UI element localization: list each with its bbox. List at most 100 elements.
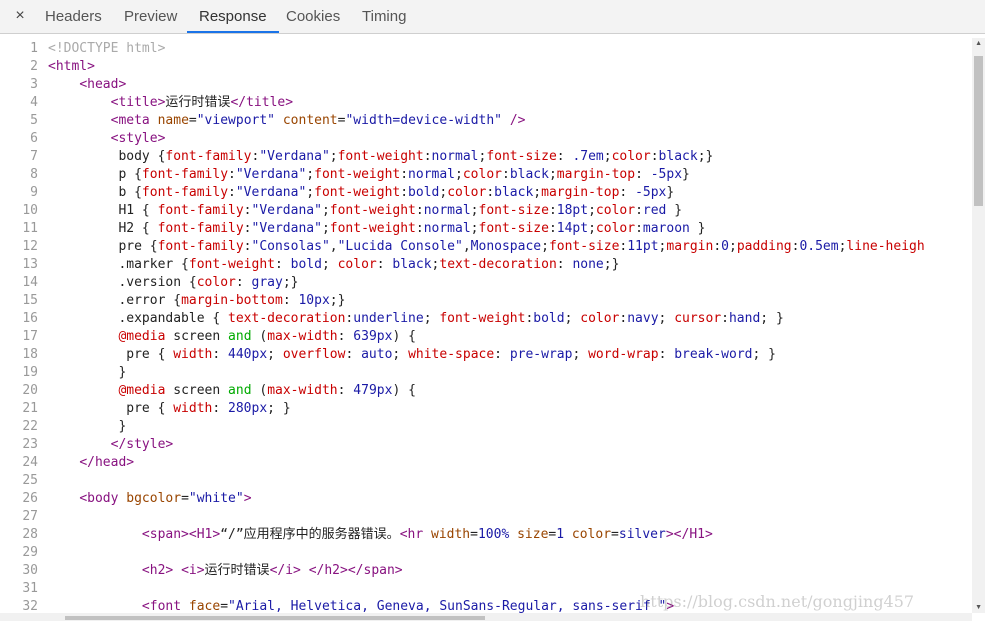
- code-token: navy: [627, 311, 659, 326]
- code-token: :: [494, 347, 510, 362]
- line-number: 18: [22, 347, 38, 362]
- code-line: 26 <body bgcolor="white">: [0, 490, 252, 508]
- code-token: red: [642, 203, 667, 218]
- code-token: :: [228, 167, 236, 182]
- code-token: ;: [588, 203, 596, 218]
- response-source-viewer[interactable]: 1 <!DOCTYPE html> 2 <html> 3 <head> 4 <title>…: [0, 38, 972, 613]
- code-token: :: [212, 347, 229, 362]
- code-token: <hr: [399, 527, 431, 542]
- code-token: bold: [290, 257, 322, 272]
- code-token: size: [517, 527, 549, 542]
- line-number: 2: [30, 59, 38, 74]
- code-token: "Verdana": [235, 185, 307, 200]
- code-token: ;: [470, 221, 479, 236]
- code-token: :: [243, 203, 252, 218]
- horizontal-scroll-thumb[interactable]: [65, 616, 485, 620]
- line-number: 15: [22, 293, 38, 308]
- code-token: =: [181, 491, 189, 506]
- code-token: screen: [165, 383, 229, 398]
- code-token: name: [157, 113, 189, 128]
- code-line: 22 }: [0, 418, 126, 436]
- code-token: "viewport": [196, 113, 276, 128]
- code-token: color: [462, 167, 502, 182]
- code-line: 18 pre { width: 440px; overflow: auto; w…: [0, 346, 776, 364]
- code-token: ;: [572, 347, 589, 362]
- tab-timing[interactable]: Timing: [362, 0, 406, 33]
- code-token: <font: [141, 599, 189, 613]
- close-icon[interactable]: ×: [10, 5, 30, 27]
- code-token: font-weight: [314, 167, 401, 182]
- scroll-up-icon[interactable]: ▲: [975, 40, 982, 47]
- line-number: 31: [22, 581, 38, 596]
- code-token: @media: [118, 329, 166, 344]
- code-token: cursor: [674, 311, 722, 326]
- code-token: font-weight: [439, 311, 526, 326]
- code-token: font-weight: [188, 257, 275, 272]
- code-token: 440px: [228, 347, 268, 362]
- code-line: 14 .version {color: gray;}: [0, 274, 298, 292]
- code-token: :: [556, 257, 573, 272]
- code-token: ;: [658, 311, 675, 326]
- line-number: 6: [30, 131, 38, 146]
- code-token: silver: [618, 527, 666, 542]
- code-token: :: [212, 401, 229, 416]
- code-line: 29: [0, 544, 48, 562]
- code-token: ,: [462, 239, 471, 254]
- code-token: normal: [431, 149, 479, 164]
- code-token: :: [337, 329, 354, 344]
- code-token: ;: [392, 347, 409, 362]
- code-token: .marker {: [48, 257, 189, 272]
- vertical-scroll-thumb[interactable]: [974, 56, 983, 206]
- code-token: :: [376, 257, 393, 272]
- code-line: 2 <html>: [0, 58, 95, 76]
- code-token: :: [400, 185, 409, 200]
- line-number: 24: [22, 455, 38, 470]
- code-token: >: [243, 491, 252, 506]
- code-token: none: [572, 257, 604, 272]
- tab-preview[interactable]: Preview: [124, 0, 177, 33]
- code-token: line-heigh: [846, 239, 925, 254]
- code-token: 14pt: [556, 221, 589, 236]
- code-token: 10px: [298, 293, 330, 308]
- code-token: ; }: [267, 401, 291, 416]
- code-token: ;: [603, 149, 612, 164]
- code-token: hand: [728, 311, 761, 326]
- line-number: 1: [30, 41, 38, 56]
- code-token: font-size: [548, 239, 620, 254]
- code-token: black: [509, 167, 549, 182]
- code-token: b {: [48, 185, 142, 200]
- code-line: 16 .expandable { text-decoration: underli…: [0, 310, 783, 328]
- code-token: pre {: [48, 347, 174, 362]
- line-number: 11: [22, 221, 38, 236]
- code-token: ;: [306, 167, 315, 182]
- code-line: 5 <meta name="viewport" content="width=d…: [0, 112, 525, 130]
- code-token: margin-top: [541, 185, 620, 200]
- code-token: margin: [666, 239, 714, 254]
- code-token: <title>: [110, 95, 166, 110]
- code-token: H1 {: [48, 203, 158, 218]
- code-line: 9 b {font-family:"Verdana";font-weight:b…: [0, 184, 674, 202]
- code-token: ;: [588, 221, 596, 236]
- line-number: 32: [22, 599, 38, 613]
- code-line: 12 pre {font-family:"Consolas","Lucida C…: [0, 238, 925, 256]
- line-number: 16: [22, 311, 38, 326]
- tab-headers[interactable]: Headers: [45, 0, 102, 33]
- code-token: :: [274, 257, 291, 272]
- code-token: pre {: [48, 239, 158, 254]
- scroll-down-icon[interactable]: ▼: [975, 604, 982, 611]
- code-token: }: [48, 365, 127, 380]
- tab-cookies[interactable]: Cookies: [286, 0, 340, 33]
- tab-response[interactable]: Response: [187, 0, 279, 33]
- code-token: content: [282, 113, 338, 128]
- code-token: ;: [729, 239, 737, 254]
- code-token: font-family: [157, 203, 244, 218]
- code-token: margin-bottom: [181, 293, 283, 308]
- code-token: font-family: [165, 149, 252, 164]
